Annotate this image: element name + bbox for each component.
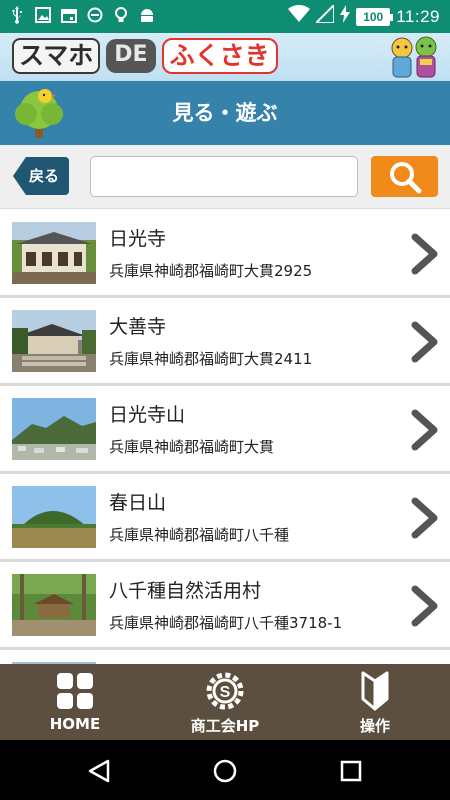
nav-chamber-hp-label: 商工会HP	[190, 717, 260, 735]
gear-icon: S	[206, 672, 244, 710]
image-icon	[34, 6, 52, 24]
search-button[interactable]	[371, 156, 438, 197]
app-logo: スマホ DE ふくさき	[12, 38, 278, 74]
mascot-characters	[391, 36, 437, 78]
thumbnail-nikkojiyama	[12, 398, 96, 460]
thumbnail-yachigusa-village	[12, 574, 96, 636]
place-name: 大善寺	[109, 316, 167, 338]
search-icon	[389, 161, 421, 193]
beginner-mark-icon	[361, 671, 389, 711]
back-button-label: 戻る	[29, 167, 60, 185]
thumbnail-daizenji	[12, 310, 96, 372]
place-address: 兵庫県神崎郡福崎町大貫2925	[109, 262, 313, 280]
chevron-right-icon	[411, 233, 438, 275]
title-bar: 見る・遊ぶ	[0, 81, 450, 145]
grid-icon	[57, 673, 93, 709]
logo-part-sumaho: スマホ	[12, 38, 101, 74]
nav-chamber-hp-button[interactable]: S 商工会HP	[150, 664, 300, 740]
back-triangle-icon[interactable]	[86, 758, 112, 784]
place-address: 兵庫県神崎郡福崎町大貫2411	[109, 350, 313, 368]
clock: 11:29	[396, 6, 440, 26]
svg-text:S: S	[220, 684, 231, 701]
status-right: 100 11:29	[288, 2, 440, 28]
search-input[interactable]	[90, 156, 358, 197]
list-item[interactable]: 日光寺 兵庫県神崎郡福崎町大貫2925	[0, 210, 450, 298]
app-banner: スマホ DE ふくさき	[0, 33, 450, 81]
list-item[interactable]: 大善寺 兵庫県神崎郡福崎町大貫2411	[0, 298, 450, 386]
page-title: 見る・遊ぶ	[172, 101, 278, 125]
chevron-right-icon	[411, 321, 438, 363]
bottom-navigation: HOME S 商工会HP 操作	[0, 664, 450, 740]
list-item[interactable]: 八千種自然活用村 兵庫県神崎郡福崎町八千種3718-1	[0, 562, 450, 650]
dnd-icon	[86, 6, 104, 24]
chevron-right-icon	[411, 585, 438, 627]
android-icon	[138, 6, 156, 24]
list-item-partial[interactable]	[0, 650, 450, 664]
system-navigation-bar	[0, 740, 450, 800]
list-item[interactable]: 日光寺山 兵庫県神崎郡福崎町大貫	[0, 386, 450, 474]
chevron-right-icon	[411, 409, 438, 451]
battery-indicator: 100	[356, 7, 394, 26]
thumbnail-nikkoji	[12, 222, 96, 284]
place-name: 日光寺山	[109, 404, 186, 426]
back-button[interactable]: 戻る	[12, 156, 70, 196]
nav-operation-label: 操作	[359, 717, 390, 735]
calendar-icon	[60, 6, 78, 24]
place-address: 兵庫県神崎郡福崎町八千種	[109, 526, 290, 544]
list-item[interactable]: 春日山 兵庫県神崎郡福崎町八千種	[0, 474, 450, 562]
home-circle-icon[interactable]	[212, 758, 238, 784]
search-bar: 戻る	[0, 145, 450, 209]
place-address: 兵庫県神崎郡福崎町大貫	[109, 438, 275, 456]
nav-operation-button[interactable]: 操作	[300, 664, 450, 740]
place-list: 日光寺 兵庫県神崎郡福崎町大貫2925 大善寺 兵庫県神崎郡福崎町大貫2411	[0, 210, 450, 664]
nav-home-label: HOME	[49, 715, 101, 733]
status-left-icons	[8, 6, 156, 24]
nav-home-button[interactable]: HOME	[0, 664, 150, 740]
chevron-right-icon	[411, 497, 438, 539]
wifi-icon	[288, 4, 311, 28]
bulb-icon	[112, 6, 130, 24]
recents-square-icon[interactable]	[338, 758, 364, 784]
charging-icon	[340, 5, 351, 28]
usb-icon	[8, 6, 26, 24]
place-address: 兵庫県神崎郡福崎町八千種3718-1	[109, 614, 343, 632]
place-name: 日光寺	[109, 228, 167, 250]
thumbnail-kasugayama	[12, 486, 96, 548]
place-name: 八千種自然活用村	[109, 580, 262, 602]
signal-icon	[313, 2, 336, 28]
status-bar: 100 11:29	[0, 0, 450, 33]
place-name: 春日山	[109, 492, 167, 514]
logo-part-fukusaki: ふくさき	[161, 38, 278, 74]
logo-part-de: DE	[106, 39, 156, 73]
